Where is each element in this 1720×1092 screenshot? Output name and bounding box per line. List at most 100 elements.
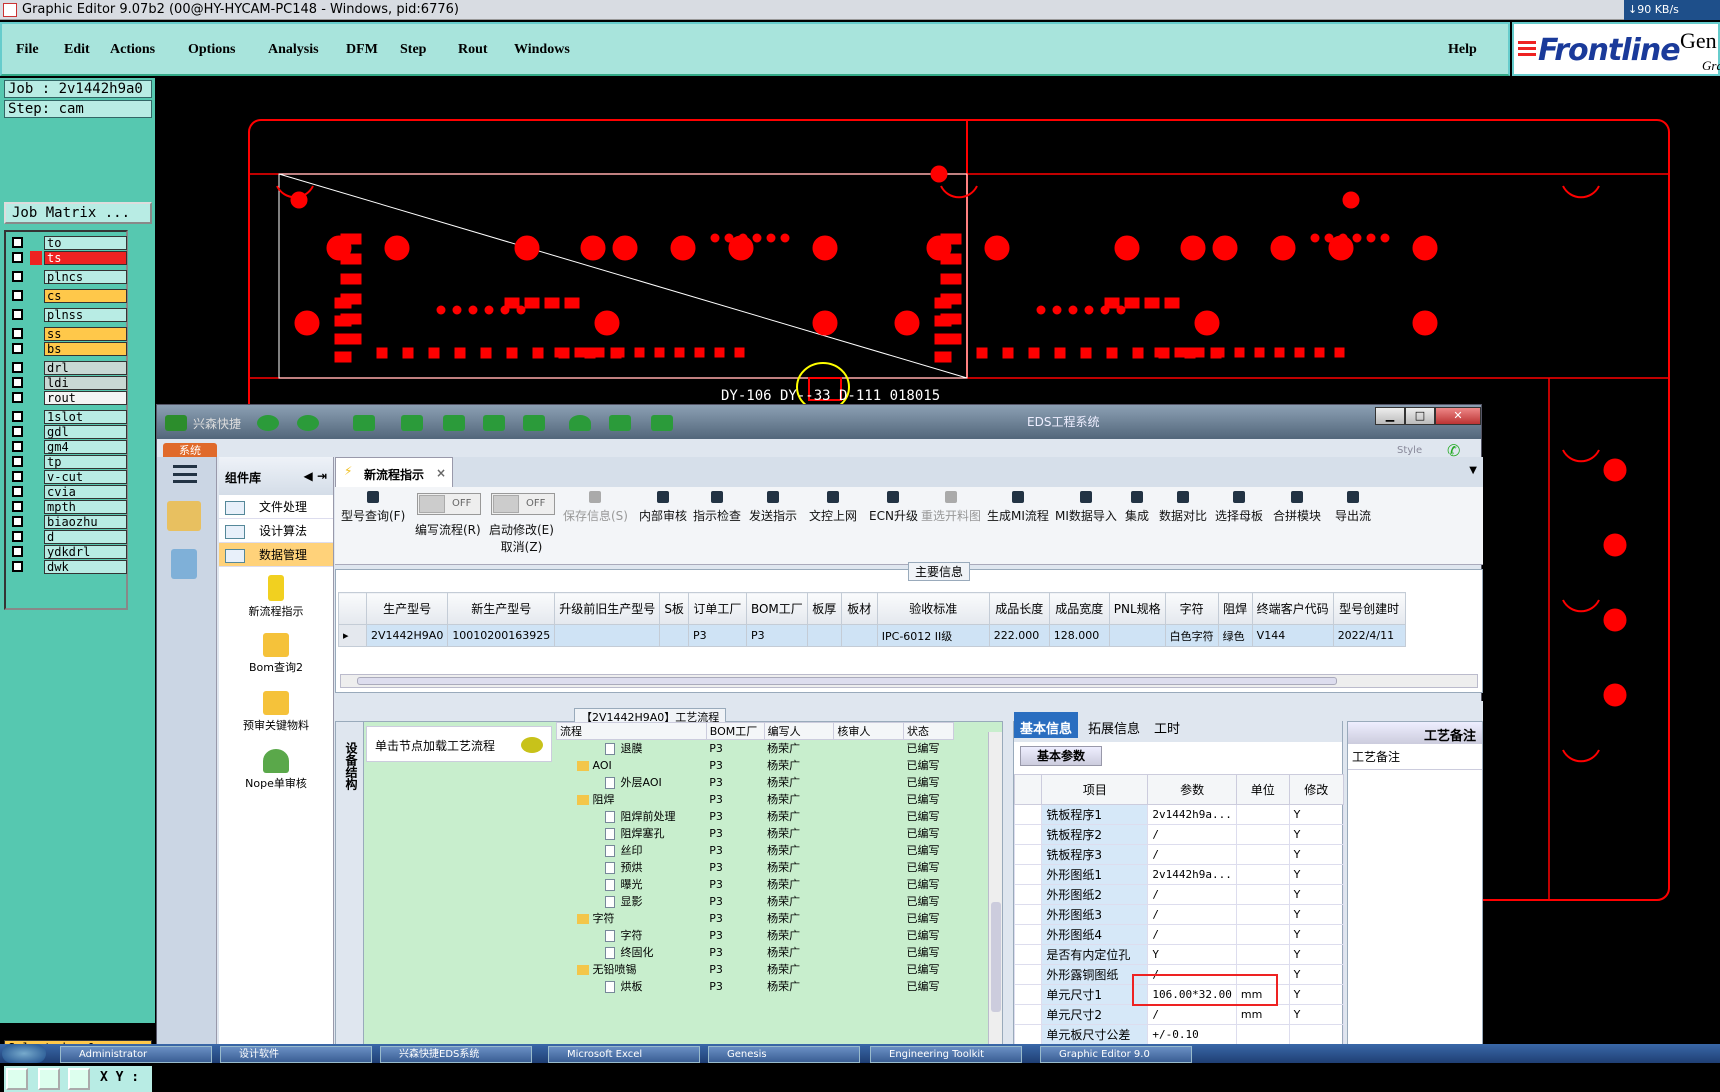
- table-cell[interactable]: 2V1442H9A0: [365, 624, 449, 647]
- layer-checkbox[interactable]: [12, 411, 23, 422]
- maximize-button[interactable]: □: [1405, 407, 1435, 425]
- toolbar-button[interactable]: 集成: [1125, 491, 1149, 524]
- param-value[interactable]: /: [1147, 824, 1237, 845]
- toolbar-button[interactable]: 发送指示: [749, 491, 797, 524]
- layer-checkbox[interactable]: [12, 531, 23, 542]
- layer-name[interactable]: v-cut: [44, 470, 127, 484]
- column-header[interactable]: PNL规格: [1108, 592, 1166, 625]
- taskbar-item[interactable]: Microsoft Excel: [548, 1046, 700, 1063]
- flow-row[interactable]: 阻焊 P3 杨荣广 已编写: [557, 791, 954, 808]
- load-flow-button[interactable]: 单击节点加载工艺流程: [366, 726, 552, 762]
- toolbar-button[interactable]: MI数据导入: [1055, 491, 1117, 524]
- column-header[interactable]: 状态: [903, 722, 954, 740]
- toolbar-button[interactable]: 编写流程(R): [415, 521, 481, 538]
- param-row[interactable]: 单元尺寸2/mm Y: [1013, 1004, 1345, 1025]
- toolbar-button[interactable]: 导出流: [1335, 491, 1371, 524]
- layer-name[interactable]: dwk: [44, 560, 127, 574]
- scroll-thumb[interactable]: [357, 677, 1337, 685]
- param-row[interactable]: 是否有内定位孔 Y Y: [1013, 944, 1345, 965]
- toolbar-button[interactable]: 启动修改(E) 取消(Z): [489, 521, 554, 555]
- bom-query-item[interactable]: Bom查询2: [219, 633, 333, 683]
- layer-row[interactable]: cs: [10, 289, 128, 304]
- column-header[interactable]: 参数: [1147, 774, 1237, 805]
- flow-row[interactable]: 阻焊前处理 P3 杨荣广 已编写: [557, 808, 954, 825]
- param-modify[interactable]: Y: [1288, 864, 1345, 885]
- new-flow-item[interactable]: 新流程指示: [219, 575, 333, 625]
- taskbar-item[interactable]: Genesis: [708, 1046, 860, 1063]
- toolbar-button[interactable]: 型号查询(F): [341, 491, 405, 524]
- flow-row[interactable]: 字符 P3 杨荣广 已编写: [557, 927, 954, 944]
- layer-row[interactable]: rout: [10, 391, 128, 406]
- tab-close-icon[interactable]: ×: [436, 466, 446, 480]
- collapse-icon[interactable]: ◀ ⇥: [304, 469, 327, 483]
- taskbar-item[interactable]: Administrator: [60, 1046, 212, 1063]
- layer-name[interactable]: tp: [44, 455, 127, 469]
- toolbar-button[interactable]: 合拼模块: [1273, 491, 1321, 524]
- layer-checkbox[interactable]: [12, 486, 23, 497]
- param-modify[interactable]: Y: [1288, 964, 1345, 985]
- layer-row[interactable]: tp: [10, 455, 128, 470]
- structure-tab[interactable]: 设备结构: [336, 722, 364, 1052]
- horizontal-scrollbar[interactable]: [340, 674, 1478, 688]
- flow-row[interactable]: 丝印 P3 杨荣广 已编写: [557, 842, 954, 859]
- layer-row[interactable]: ldi: [10, 376, 128, 391]
- flow-node[interactable]: 曝光: [557, 876, 707, 893]
- layer-name[interactable]: ydkdrl: [44, 545, 127, 559]
- param-modify[interactable]: Y: [1288, 904, 1345, 925]
- start-button[interactable]: [2, 1044, 46, 1063]
- tab-new-flow[interactable]: ⚡ 新流程指示 ×: [335, 457, 453, 487]
- flow-node[interactable]: 显影: [557, 893, 707, 910]
- layer-name[interactable]: cs: [44, 289, 127, 303]
- column-header[interactable]: 字符: [1164, 592, 1219, 625]
- layer-checkbox[interactable]: [12, 426, 23, 437]
- param-value[interactable]: /: [1147, 924, 1237, 945]
- flow-node[interactable]: AOI: [557, 757, 707, 774]
- taskbar-item[interactable]: Graphic Editor 9.0: [1040, 1046, 1192, 1063]
- monitor-icon[interactable]: [651, 415, 673, 431]
- table-cell[interactable]: P3: [687, 624, 747, 647]
- param-modify[interactable]: Y: [1288, 1004, 1345, 1025]
- table-cell[interactable]: 128.000: [1048, 624, 1110, 647]
- flow-node[interactable]: 无铅喷锡: [557, 961, 707, 978]
- complib-data-management[interactable]: 数据管理: [219, 543, 333, 567]
- hamburger-icon[interactable]: [173, 465, 197, 483]
- layer-name[interactable]: to: [44, 236, 127, 250]
- layer-name[interactable]: cvia: [44, 485, 127, 499]
- layer-name[interactable]: ss: [44, 327, 127, 341]
- flow-node[interactable]: 阻焊: [557, 791, 707, 808]
- toolbar-button[interactable]: 重选开料图: [921, 491, 981, 524]
- table-cell[interactable]: 222.000: [988, 624, 1050, 647]
- table-cell[interactable]: [1108, 624, 1166, 647]
- param-modify[interactable]: [1288, 1024, 1345, 1045]
- layer-row[interactable]: plncs: [10, 270, 128, 285]
- layer-row[interactable]: dwk: [10, 560, 128, 575]
- tab-basic-info[interactable]: 基本信息: [1014, 712, 1079, 738]
- flow-row[interactable]: AOI P3 杨荣广 已编写: [557, 757, 954, 774]
- param-modify[interactable]: Y: [1288, 844, 1345, 865]
- grid-button[interactable]: [68, 1068, 90, 1090]
- flow-row[interactable]: 阻焊塞孔 P3 杨荣广 已编写: [557, 825, 954, 842]
- menu-dfm[interactable]: DFM: [346, 42, 378, 58]
- param-value[interactable]: Y: [1147, 944, 1237, 965]
- column-header[interactable]: 编写人: [763, 722, 835, 740]
- flow-node[interactable]: 预烘: [557, 859, 707, 876]
- column-header[interactable]: 升级前旧生产型号: [554, 592, 661, 625]
- column-header[interactable]: BOM工厂: [745, 592, 808, 625]
- layer-checkbox[interactable]: [12, 546, 23, 557]
- layer-name[interactable]: plnss: [44, 308, 127, 322]
- column-header[interactable]: BOM工厂: [705, 722, 765, 740]
- layer-row[interactable]: d: [10, 530, 128, 545]
- layer-row[interactable]: to: [10, 236, 128, 251]
- film-icon[interactable]: [443, 415, 465, 431]
- nope-review-item[interactable]: Nope单审核: [219, 749, 333, 799]
- flow-node[interactable]: 外层AOI: [557, 774, 707, 791]
- scroll-thumb[interactable]: [991, 902, 1001, 1012]
- param-value[interactable]: /: [1147, 844, 1237, 865]
- menu-analysis[interactable]: Analysis: [268, 42, 319, 58]
- toggle-switch[interactable]: OFF: [417, 493, 481, 515]
- layer-name[interactable]: bs: [44, 342, 127, 356]
- layer-row[interactable]: 1slot: [10, 410, 128, 425]
- toolbar-button[interactable]: 选择母板: [1215, 491, 1263, 524]
- flow-row[interactable]: 外层AOI P3 杨荣广 已编写: [557, 774, 954, 791]
- table-cell[interactable]: IPC-6012 II级: [876, 624, 990, 647]
